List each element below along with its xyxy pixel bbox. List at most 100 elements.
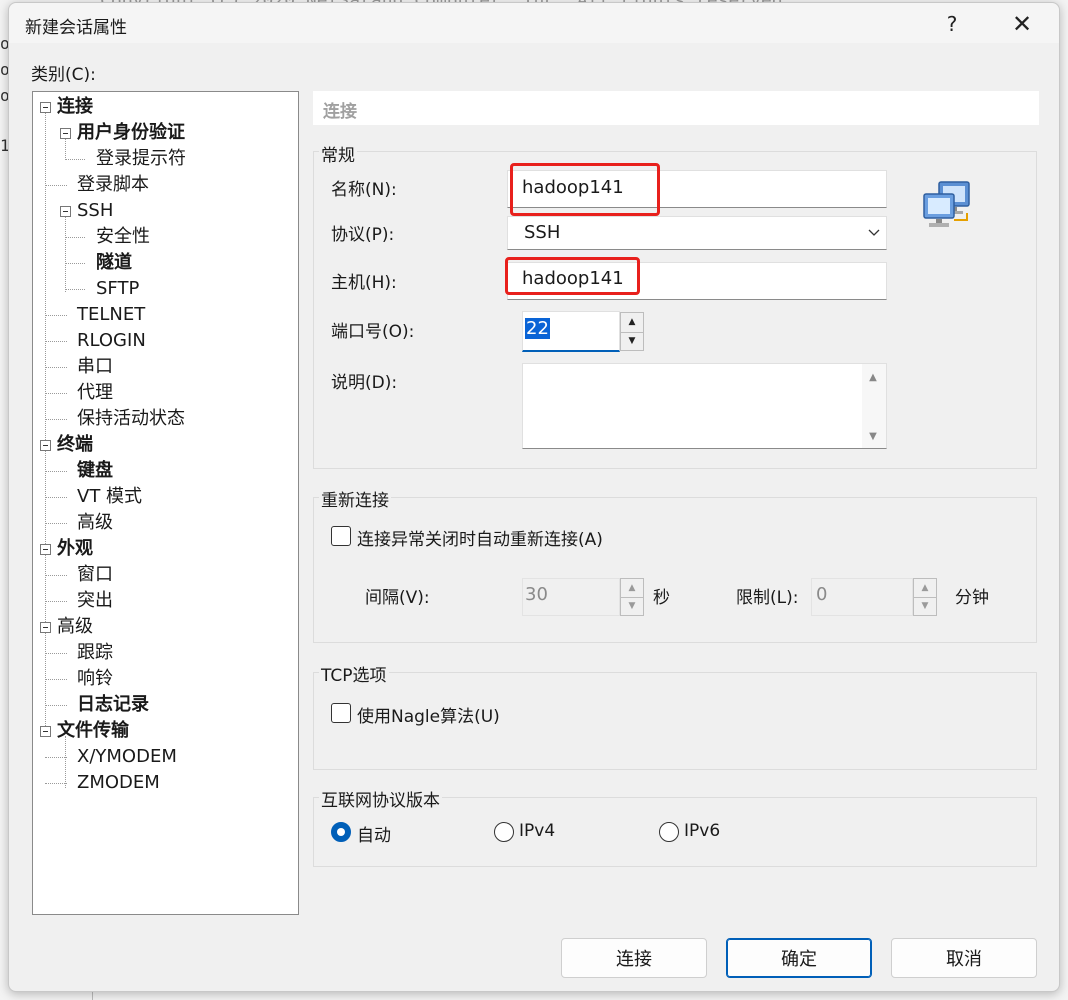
close-button[interactable]: ✕ [999, 7, 1045, 41]
tree-collapse-icon[interactable] [60, 206, 71, 217]
nagle-checkbox[interactable] [331, 703, 351, 723]
category-label: 类别(C): [31, 65, 96, 85]
limit-value: 0 [816, 584, 828, 605]
description-textarea[interactable]: ▲ ▼ [522, 363, 887, 449]
tree-collapse-icon[interactable] [60, 128, 71, 139]
spin-up-icon[interactable]: ▲ [621, 579, 643, 598]
tree-collapse-icon[interactable] [40, 544, 51, 555]
tree-guide-line [45, 523, 67, 524]
protocol-label: 协议(P): [331, 225, 395, 245]
limit-input[interactable]: 0 [811, 578, 913, 616]
spin-down-icon[interactable]: ▼ [621, 597, 643, 615]
reconnect-group-title: 重新连接 [319, 486, 391, 511]
interval-input[interactable]: 30 [522, 578, 620, 616]
tree-item-ssh[interactable]: SSH [77, 200, 113, 222]
interval-value: 30 [525, 584, 548, 605]
ipv6-radio[interactable] [659, 822, 679, 842]
spin-up-icon[interactable]: ▲ [914, 579, 936, 598]
tree-item-telnet[interactable]: TELNET [77, 304, 145, 326]
tree-guide-line [45, 601, 67, 602]
ip-auto-label: 自动 [357, 826, 391, 846]
auto-reconnect-label: 连接异常关闭时自动重新连接(A) [357, 530, 603, 550]
interval-spinner[interactable]: ▲ ▼ [620, 578, 644, 616]
spin-down-icon[interactable]: ▼ [621, 332, 643, 351]
limit-unit: 分钟 [955, 588, 989, 608]
tree-collapse-icon[interactable] [40, 726, 51, 737]
connect-button[interactable]: 连接 [561, 938, 707, 978]
ipv4-radio[interactable] [494, 822, 514, 842]
cancel-button[interactable]: 取消 [891, 938, 1037, 978]
category-tree[interactable]: 连接 用户身份验证 登录提示符 登录脚本 SSH 安全性 隧道 SFTP TEL… [32, 91, 299, 915]
tree-item-file-transfer[interactable]: 文件传输 [57, 720, 129, 742]
scroll-up-icon[interactable]: ▲ [862, 372, 884, 383]
reconnect-group [313, 497, 1037, 643]
auto-reconnect-checkbox[interactable] [331, 526, 351, 546]
tree-item-xymodem[interactable]: X/YMODEM [77, 746, 177, 768]
tree-item-logging[interactable]: 日志记录 [77, 694, 149, 716]
scroll-down-icon[interactable]: ▼ [862, 431, 884, 442]
tree-item-highlight[interactable]: 突出 [77, 590, 113, 612]
tree-item-vt-mode[interactable]: VT 模式 [77, 486, 142, 508]
tree-item-serial[interactable]: 串口 [77, 356, 113, 378]
tree-guide-line [45, 653, 67, 654]
chevron-down-icon [868, 229, 880, 236]
ip-auto-radio[interactable] [331, 822, 351, 842]
tree-guide-line [45, 185, 67, 186]
tree-item-terminal[interactable]: 终端 [57, 434, 93, 456]
limit-spinner[interactable]: ▲ ▼ [913, 578, 937, 616]
name-highlight-box [510, 163, 660, 216]
ipv4-label: IPv4 [519, 821, 556, 841]
port-input[interactable]: 22 [522, 311, 620, 352]
ipv6-label: IPv6 [684, 821, 721, 841]
tree-item-bell[interactable]: 响铃 [77, 668, 113, 690]
title-bar: 新建会话属性 ? ✕ [9, 3, 1059, 43]
tree-collapse-icon[interactable] [40, 102, 51, 113]
protocol-select[interactable]: SSH [507, 216, 887, 250]
tree-item-appearance[interactable]: 外观 [57, 538, 93, 560]
spin-down-icon[interactable]: ▼ [914, 597, 936, 615]
tree-guide-line [45, 315, 67, 316]
tree-guide-line [45, 341, 67, 342]
description-scrollbar[interactable]: ▲ ▼ [862, 364, 886, 448]
tcp-options-group-title: TCP选项 [319, 661, 389, 686]
tree-guide-line [45, 575, 67, 576]
tree-guide-line [65, 263, 85, 264]
tree-collapse-icon[interactable] [40, 622, 51, 633]
interval-unit: 秒 [653, 588, 670, 608]
tree-guide-line [65, 237, 85, 238]
port-spinner[interactable]: ▲ ▼ [620, 312, 644, 351]
tree-item-keyboard[interactable]: 键盘 [77, 460, 113, 482]
tree-guide-line [45, 679, 67, 680]
ok-button[interactable]: 确定 [726, 938, 872, 978]
tree-item-connection[interactable]: 连接 [57, 96, 93, 118]
tree-collapse-icon[interactable] [40, 440, 51, 451]
tree-guide-line [45, 471, 67, 472]
tree-item-login-prompts[interactable]: 登录提示符 [96, 148, 186, 170]
name-label: 名称(N): [331, 180, 397, 200]
tree-item-terminal-advanced[interactable]: 高级 [77, 512, 113, 534]
tree-item-login-scripts[interactable]: 登录脚本 [77, 174, 149, 196]
tree-item-rlogin[interactable]: RLOGIN [77, 330, 146, 352]
tree-item-user-auth[interactable]: 用户身份验证 [77, 122, 185, 144]
tree-item-trace[interactable]: 跟踪 [77, 642, 113, 664]
tree-item-tunneling[interactable]: 隧道 [96, 252, 132, 274]
panel-header: 连接 [313, 91, 1039, 125]
port-value: 22 [525, 318, 550, 339]
tree-item-advanced[interactable]: 高级 [57, 616, 93, 638]
tree-guide-line [45, 367, 67, 368]
spin-up-icon[interactable]: ▲ [621, 313, 643, 333]
tree-item-keep-alive[interactable]: 保持活动状态 [77, 408, 185, 430]
help-button[interactable]: ? [929, 7, 975, 41]
tree-item-sftp[interactable]: SFTP [96, 278, 139, 300]
tree-item-security[interactable]: 安全性 [96, 226, 150, 248]
tree-guide-line [45, 393, 67, 394]
interval-label: 间隔(V): [365, 588, 430, 608]
tree-guide-line [45, 554, 46, 630]
tree-item-zmodem[interactable]: ZMODEM [77, 772, 160, 794]
protocol-value: SSH [524, 222, 561, 243]
nagle-label: 使用Nagle算法(U) [357, 707, 500, 727]
tree-item-window[interactable]: 窗口 [77, 564, 113, 586]
tree-item-proxy[interactable]: 代理 [77, 382, 113, 404]
host-label: 主机(H): [331, 273, 397, 293]
tree-guide-line [65, 216, 66, 292]
